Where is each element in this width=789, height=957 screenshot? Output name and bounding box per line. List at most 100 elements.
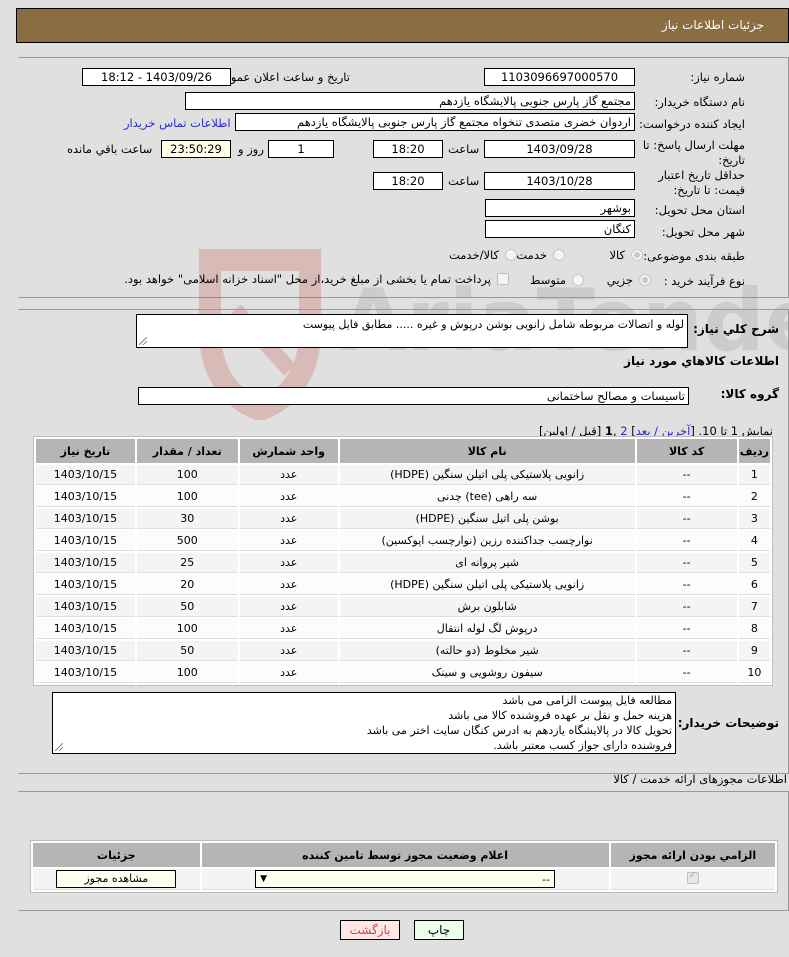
permit-required-checkbox[interactable]: ✓: [686, 870, 699, 884]
announce-field: 1403/09/26 - 18:12: [82, 68, 231, 86]
permits-title: اطلاعات مجوزهای ارائه خدمت / کالا: [613, 772, 787, 786]
province-label: استان محل تحويل:: [654, 203, 745, 217]
cell-name: شیر پروانه ای: [339, 553, 635, 573]
back-button[interactable]: بازگشت: [340, 920, 400, 940]
cell-unit: عدد: [239, 509, 338, 529]
cell-code: --: [636, 465, 737, 485]
treasury-checkbox[interactable]: [497, 273, 509, 285]
radio-icon[interactable]: [639, 274, 651, 286]
cell-row: 5: [738, 553, 770, 573]
category-radio-goods-service[interactable]: کالا/خدمت: [449, 248, 517, 262]
cell-unit: عدد: [239, 575, 338, 595]
days-label: روز و: [238, 142, 264, 156]
cell-row: 6: [738, 575, 770, 595]
province-field: بوشهر: [485, 199, 635, 217]
category-radio-service[interactable]: خدمت: [516, 248, 565, 262]
print-button[interactable]: چاپ: [414, 920, 464, 940]
cell-name: زانویی پلاستیکی پلی اتیلن سنگین (HDPE): [339, 575, 635, 595]
cell-qty: 50: [136, 597, 238, 617]
radio-icon[interactable]: [631, 249, 643, 261]
cell-name: بوشن پلی اتیل سنگین (HDPE): [339, 509, 635, 529]
goods-table: رديف کد کالا نام کالا واحد شمارش تعداد /…: [33, 436, 773, 686]
category-label: طبقه بندی موضوعی:: [643, 249, 745, 263]
cell-name: سه راهی (tee) چدنی: [339, 487, 635, 507]
need-number-field: 1103096697000570: [484, 68, 635, 86]
purchase-radio-minor[interactable]: جزيي: [607, 273, 651, 287]
cell-name: نوارچسب جداکننده رزین (نوارچسب اپوکسین): [339, 531, 635, 551]
page-title: جزئيات اطلاعات نياز: [661, 18, 764, 32]
cell-code: --: [636, 597, 737, 617]
response-time-label: ساعت: [448, 142, 480, 156]
resize-grip-icon[interactable]: [139, 337, 147, 345]
cell-row: 1: [738, 465, 770, 485]
cell-date: 1403/10/15: [36, 619, 135, 639]
cell-unit: عدد: [239, 465, 338, 485]
goods-table-row: 7 -- شابلون برش عدد 50 1403/10/15: [36, 597, 770, 617]
purchase-type-label: نوع فرآيند خريد :: [663, 274, 745, 288]
cell-qty: 100: [136, 465, 238, 485]
radio-icon[interactable]: [553, 249, 565, 261]
cell-qty: 100: [136, 663, 238, 683]
category-radio-goods[interactable]: کالا: [609, 248, 643, 262]
buyer-contact-link[interactable]: اطلاعات تماس خريدار: [124, 116, 231, 130]
creator-field: اردوان خضری متصدی تنخواه مجتمع گاز پارس …: [235, 113, 635, 131]
cell-row: 8: [738, 619, 770, 639]
permit-required-cell: ✓: [610, 869, 775, 890]
goods-table-row: 6 -- زانویی پلاستیکی پلی اتیلن سنگین (HDPE…: [36, 575, 770, 595]
cell-row: 7: [738, 597, 770, 617]
price-validity-date-field: 1403/10/28: [484, 172, 635, 190]
cell-date: 1403/10/15: [36, 597, 135, 617]
goods-table-header: رديف کد کالا نام کالا واحد شمارش تعداد /…: [36, 439, 770, 463]
cell-qty: 100: [136, 487, 238, 507]
permit-status-cell: -- ▼: [201, 869, 609, 890]
purchase-radio-medium[interactable]: متوسط: [530, 273, 584, 287]
cell-code: --: [636, 487, 737, 507]
cell-date: 1403/10/15: [36, 465, 135, 485]
cell-date: 1403/10/15: [36, 487, 135, 507]
cell-unit: عدد: [239, 553, 338, 573]
creator-label: ايجاد کننده درخواست:: [639, 117, 745, 131]
cell-code: --: [636, 619, 737, 639]
goods-table-row: 5 -- شیر پروانه ای عدد 25 1403/10/15: [36, 553, 770, 573]
col-permit-status: اعلام وضعيت مجوز توسط تامين کننده: [201, 843, 609, 867]
buyer-org-field: مجتمع گاز پارس جنوبی پالایشگاه یازدهم: [185, 92, 635, 110]
chevron-down-icon: ▼: [260, 874, 268, 884]
col-date: تاريخ نياز: [36, 439, 135, 463]
col-row: رديف: [738, 439, 770, 463]
buyer-notes-label: توضيحات خريدار:: [677, 716, 779, 730]
goods-table-row: 4 -- نوارچسب جداکننده رزین (نوارچسب اپوکسی…: [36, 531, 770, 551]
permit-status-select[interactable]: -- ▼: [255, 870, 556, 888]
cell-code: --: [636, 641, 737, 661]
cell-unit: عدد: [239, 487, 338, 507]
announce-label: تاريخ و ساعت اعلان عمومي:: [211, 70, 350, 84]
cell-row: 4: [738, 531, 770, 551]
description-textarea[interactable]: لوله و اتصالات مربوطه شامل زانویی بوشن د…: [136, 314, 688, 348]
radio-icon[interactable]: [505, 249, 517, 261]
view-permit-button[interactable]: مشاهده مجوز: [56, 870, 177, 888]
treasury-checkbox-row[interactable]: پرداخت تمام یا بخشی از مبلغ خرید،از محل …: [124, 272, 509, 286]
cell-unit: عدد: [239, 531, 338, 551]
buyer-org-label: نام دستگاه خريدار:: [654, 95, 745, 109]
cell-qty: 50: [136, 641, 238, 661]
city-field: کنگان: [485, 220, 635, 238]
col-qty: تعداد / مقدار: [136, 439, 238, 463]
time-remaining-label: ساعت باقي مانده: [67, 142, 153, 156]
radio-icon[interactable]: [572, 274, 584, 286]
cell-code: --: [636, 531, 737, 551]
cell-qty: 500: [136, 531, 238, 551]
buyer-notes-textarea[interactable]: مطالعه فایل پیوست الزامی می باشد هزینه ح…: [52, 692, 676, 754]
days-remaining-field: 1: [268, 140, 334, 158]
col-code: کد کالا: [636, 439, 737, 463]
goods-group-label: گروه کالا:: [720, 387, 779, 401]
permit-details-cell: مشاهده مجوز: [33, 869, 200, 890]
city-label: شهر محل تحويل:: [661, 225, 745, 239]
price-validity-time-label: ساعت: [448, 174, 480, 188]
response-time-field: 18:20: [373, 140, 443, 158]
page-header: جزئيات اطلاعات نياز: [16, 8, 789, 43]
col-permit-required: الزامي بودن ارائه مجوز: [610, 843, 775, 867]
cell-name: زانویی پلاستیکی پلی اتیلن سنگین (HDPE): [339, 465, 635, 485]
goods-table-row: 8 -- درپوش لگ لوله انتقال عدد 100 1403/10/15: [36, 619, 770, 639]
goods-table-row: 9 -- شیر مخلوط (دو حالته) عدد 50 1403/10/15: [36, 641, 770, 661]
resize-grip-icon[interactable]: [55, 743, 63, 751]
cell-code: --: [636, 553, 737, 573]
